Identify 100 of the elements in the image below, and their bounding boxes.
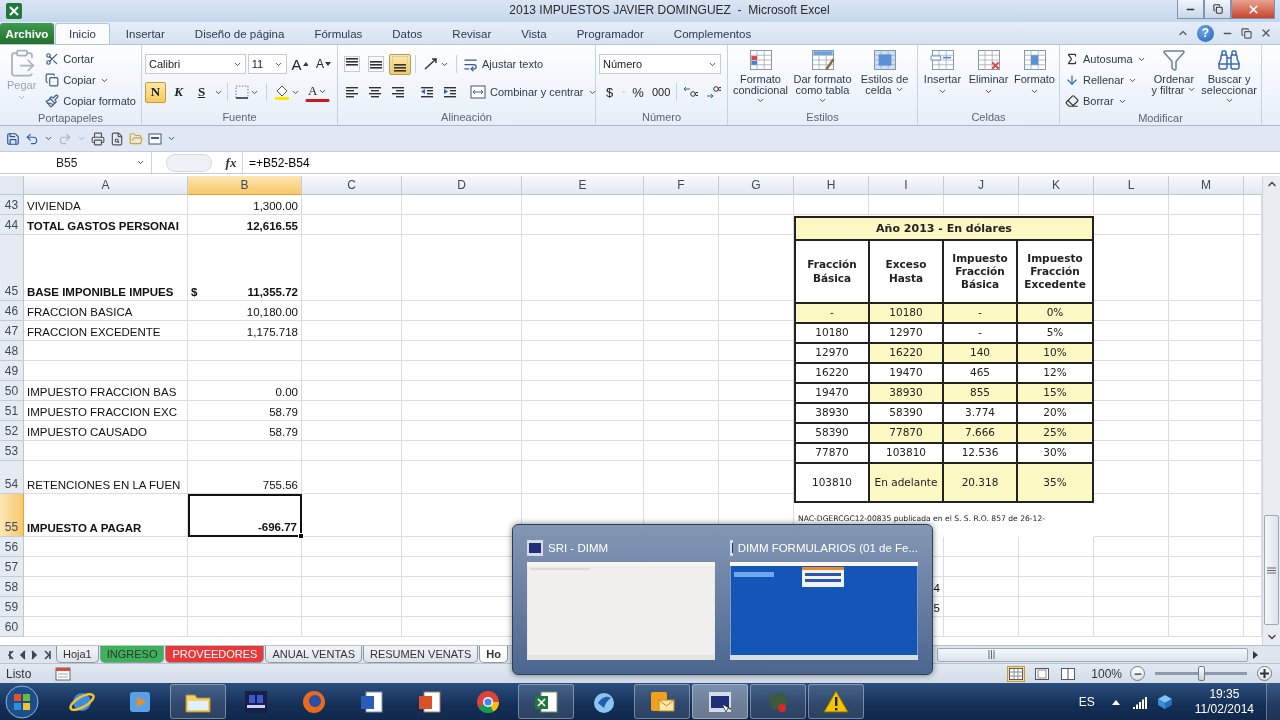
- styles-button[interactable]: Estilos de celda: [855, 48, 914, 96]
- font-color-button[interactable]: A: [305, 82, 331, 102]
- row-header[interactable]: 46: [0, 301, 24, 321]
- spreadsheet-cell[interactable]: TOTAL GASTOS PERSONAI: [24, 215, 188, 235]
- spreadsheet-cell[interactable]: FRACCION BASICA: [24, 301, 188, 321]
- cells-button[interactable]: Formato: [1013, 48, 1056, 96]
- number-format-button[interactable]: %: [627, 81, 649, 103]
- row-header[interactable]: 59: [0, 597, 24, 617]
- spreadsheet-cell[interactable]: IMPUESTO A PAGAR: [24, 494, 188, 537]
- row-header[interactable]: 54: [0, 461, 24, 494]
- spreadsheet-cell[interactable]: 1,175.718: [188, 321, 302, 341]
- merge-center-button[interactable]: Combinar y centrar: [468, 82, 599, 102]
- spreadsheet-cell[interactable]: 755.56: [188, 461, 302, 494]
- sheet-tab[interactable]: Hoja1: [56, 646, 99, 663]
- spreadsheet-cell[interactable]: BASE IMPONIBLE IMPUES: [24, 235, 188, 301]
- spreadsheet-cell[interactable]: $ 11,355.72: [188, 235, 302, 301]
- font-name-field[interactable]: Calibri: [145, 54, 246, 74]
- cells-button[interactable]: Insertar: [921, 48, 964, 96]
- insert-function-button[interactable]: fx: [220, 154, 242, 171]
- spreadsheet-cell[interactable]: RETENCIONES EN LA FUEN: [24, 461, 188, 494]
- spreadsheet-cell[interactable]: 58.79: [188, 401, 302, 421]
- spreadsheet-cell[interactable]: IMPUESTO FRACCION BAS: [24, 381, 188, 401]
- column-header[interactable]: J: [944, 176, 1019, 195]
- column-header[interactable]: B: [188, 176, 302, 195]
- spreadsheet-cell[interactable]: 58.79: [188, 421, 302, 441]
- spreadsheet-cell[interactable]: IMPUESTO CAUSADO: [24, 421, 188, 441]
- spreadsheet-cell[interactable]: VIVIENDA: [24, 195, 188, 215]
- column-header[interactable]: G: [719, 176, 794, 195]
- column-header[interactable]: I: [869, 176, 944, 195]
- column-header[interactable]: C: [302, 176, 402, 195]
- column-header[interactable]: F: [644, 176, 719, 195]
- row-header[interactable]: 56: [0, 537, 24, 557]
- font-style-button[interactable]: S: [191, 81, 212, 103]
- column-header[interactable]: E: [522, 176, 644, 195]
- row-header[interactable]: 58: [0, 577, 24, 597]
- column-header[interactable]: K: [1019, 176, 1094, 195]
- number-format-button[interactable]: $: [599, 81, 620, 103]
- editing-button[interactable]: Autosuma: [1063, 49, 1148, 69]
- row-header[interactable]: 53: [0, 441, 24, 461]
- row-header[interactable]: 51: [0, 401, 24, 421]
- clipboard-button[interactable]: Copiar: [43, 70, 138, 90]
- spreadsheet-cell[interactable]: 10,180.00: [188, 301, 302, 321]
- column-header[interactable]: H: [794, 176, 869, 195]
- ribbon-tab[interactable]: Complementos: [659, 23, 766, 44]
- row-header[interactable]: 49: [0, 361, 24, 381]
- column-header[interactable]: M: [1169, 176, 1244, 195]
- row-header[interactable]: 57: [0, 557, 24, 577]
- row-header[interactable]: 47: [0, 321, 24, 341]
- sheet-tab[interactable]: ANUAL VENTAS: [265, 646, 362, 663]
- clipboard-button[interactable]: Cortar: [43, 49, 138, 69]
- editing-button[interactable]: Rellenar: [1063, 70, 1148, 90]
- ribbon-tab[interactable]: Inicio: [55, 23, 110, 44]
- column-header[interactable]: A: [24, 176, 188, 195]
- clipboard-button[interactable]: Copiar formato: [43, 91, 138, 111]
- ribbon-tab[interactable]: Programador: [562, 23, 658, 44]
- ribbon-tab[interactable]: Diseño de página: [180, 23, 299, 44]
- row-header[interactable]: 52: [0, 421, 24, 441]
- ribbon-tab[interactable]: Insertar: [111, 23, 179, 44]
- spreadsheet-cell[interactable]: 0.00: [188, 381, 302, 401]
- font-style-button[interactable]: N: [145, 81, 166, 103]
- row-header[interactable]: 44: [0, 215, 24, 235]
- ribbon-tab[interactable]: Fórmulas: [300, 23, 377, 44]
- column-header[interactable]: D: [402, 176, 522, 195]
- editing-button[interactable]: Borrar: [1063, 91, 1148, 111]
- row-header[interactable]: 48: [0, 341, 24, 361]
- row-header[interactable]: 60: [0, 617, 24, 637]
- grow-font-button[interactable]: A: [288, 53, 311, 75]
- wrap-text-button[interactable]: Ajustar texto: [461, 54, 546, 74]
- table-cell: 16220: [796, 364, 870, 384]
- formula-field[interactable]: =+B52-B54: [242, 152, 1280, 173]
- sheet-tab[interactable]: PROVEEDORES: [165, 646, 265, 663]
- row-header[interactable]: 45: [0, 235, 24, 301]
- ribbon-tab[interactable]: Vista: [507, 23, 561, 44]
- font-style-button[interactable]: K: [168, 81, 189, 103]
- selected-cell[interactable]: -696.77: [188, 494, 302, 537]
- sheet-tab[interactable]: RESUMEN VENATS: [363, 646, 479, 663]
- shrink-font-button[interactable]: A: [313, 53, 334, 75]
- sheet-tab[interactable]: INGRESO: [99, 646, 165, 663]
- cells-button[interactable]: Eliminar: [967, 48, 1010, 96]
- editing-button[interactable]: Buscar y seleccionar: [1200, 48, 1258, 107]
- ribbon-tab[interactable]: Revisar: [438, 23, 506, 44]
- number-format-field[interactable]: Número: [599, 54, 721, 74]
- file-tab[interactable]: Archivo: [0, 23, 54, 44]
- spreadsheet-cell[interactable]: 1,300.00: [188, 195, 302, 215]
- ribbon-tab[interactable]: Datos: [378, 23, 437, 44]
- font-size-field[interactable]: 11: [247, 54, 287, 74]
- styles-button[interactable]: Formato condicional: [731, 48, 790, 107]
- language-indicator[interactable]: ES: [1078, 694, 1095, 709]
- spreadsheet-cell[interactable]: FRACCION EXCEDENTE: [24, 321, 188, 341]
- sheet-tab[interactable]: Ho: [479, 646, 508, 663]
- number-format-button[interactable]: 000: [650, 81, 672, 103]
- row-header[interactable]: 50: [0, 381, 24, 401]
- spreadsheet-cell[interactable]: 12,616.55: [188, 215, 302, 235]
- editing-button[interactable]: Ordenar y filtrar: [1150, 48, 1198, 96]
- column-header[interactable]: L: [1094, 176, 1169, 195]
- row-header[interactable]: 43: [0, 195, 24, 215]
- spreadsheet-cell[interactable]: IMPUESTO FRACCION EXC: [24, 401, 188, 421]
- row-header[interactable]: 55: [0, 494, 24, 537]
- group-label: Estilos: [806, 110, 839, 125]
- styles-button[interactable]: Dar formato como tabla: [793, 48, 852, 107]
